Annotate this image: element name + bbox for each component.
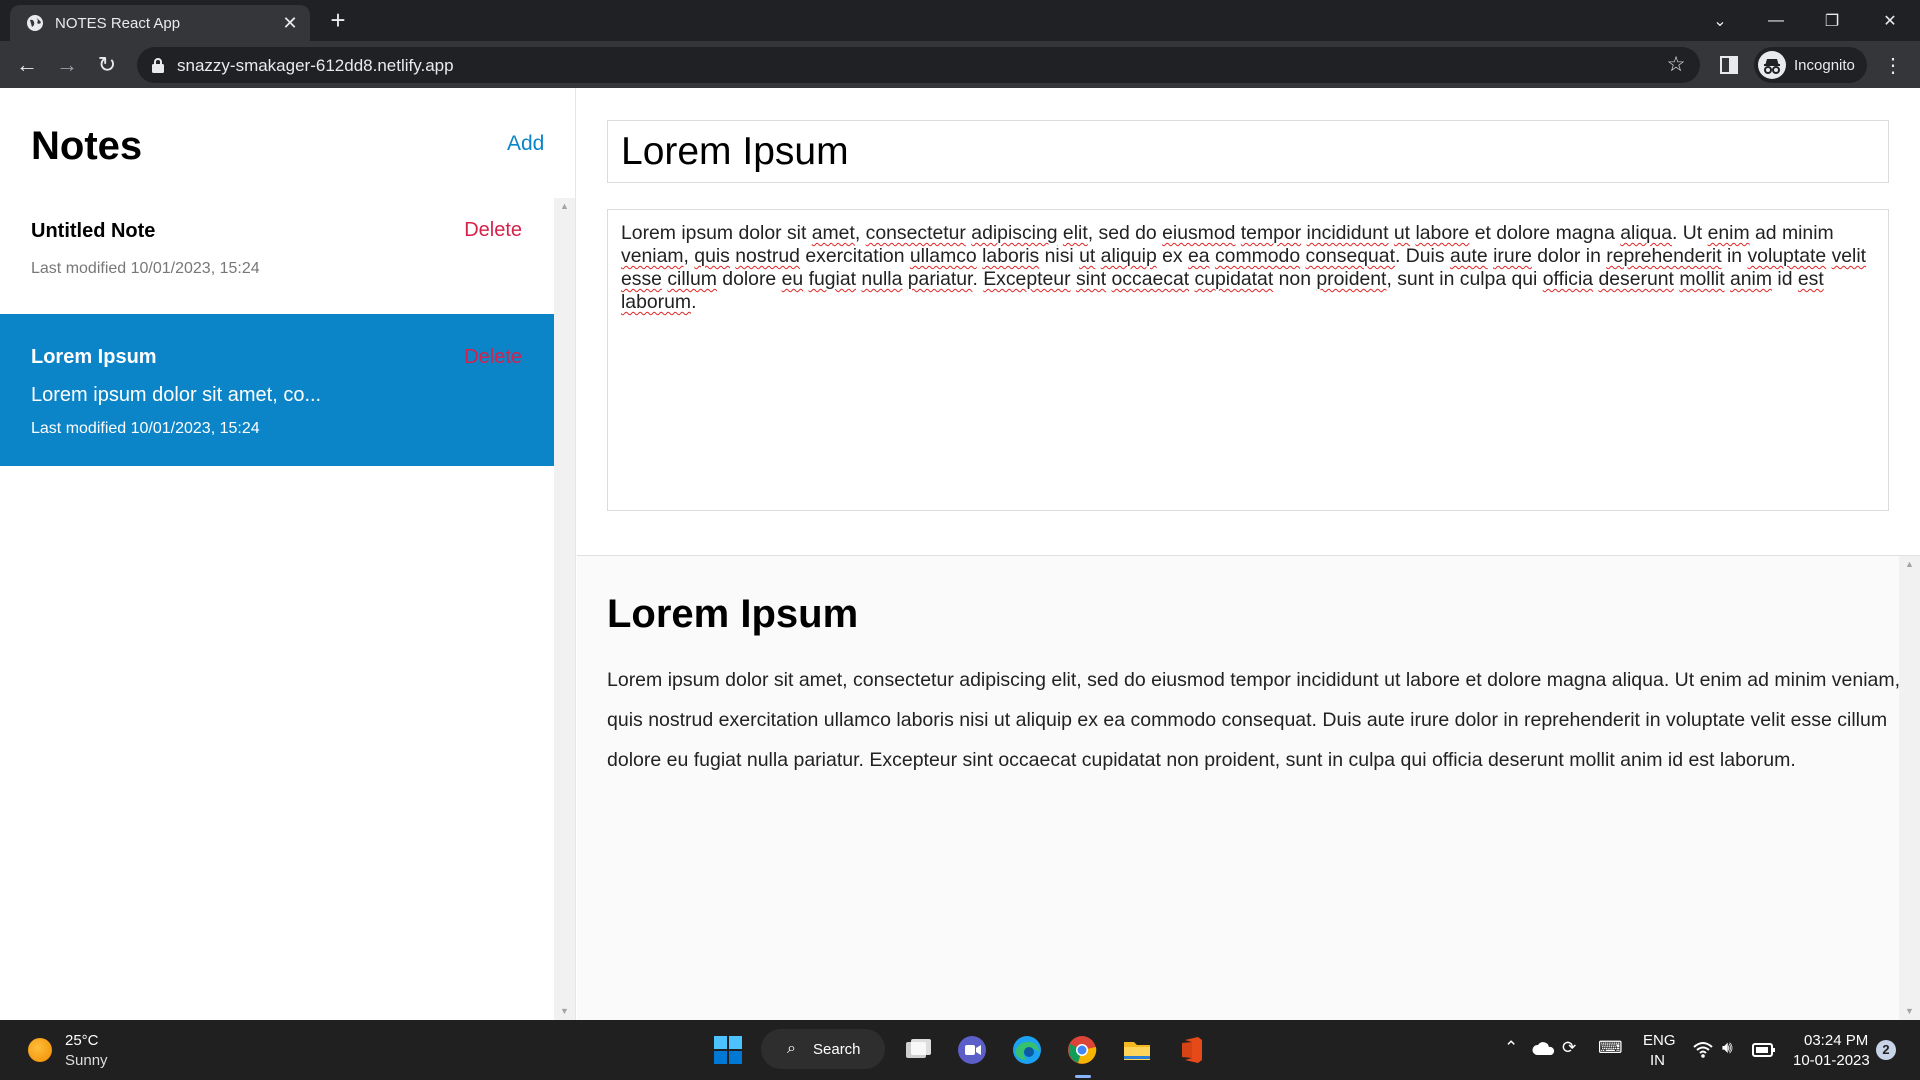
chevron-down-icon[interactable]: ⌄ [1692,0,1748,41]
teams-icon[interactable] [956,1034,988,1066]
note-modified: Last modified 10/01/2023, 15:24 [31,420,260,437]
more-icon[interactable]: ⋮ [1877,49,1909,81]
chevron-up-icon[interactable]: ⌃ [1504,1038,1518,1058]
markdown-preview: Lorem Ipsum Lorem ipsum dolor sit amet, … [577,556,1920,1020]
scroll-up-icon[interactable]: ▲ [554,198,575,215]
keyboard-icon[interactable]: ⌨ [1598,1038,1623,1058]
scroll-up-icon[interactable]: ▲ [1899,556,1920,573]
scroll-down-icon[interactable]: ▼ [554,1003,575,1020]
incognito-icon [1758,51,1786,79]
note-item[interactable]: Untitled Note Delete Last modified 10/01… [0,198,554,314]
edge-icon[interactable] [1011,1034,1043,1066]
note-body-textarea[interactable]: Lorem ipsum dolor sit amet, consectetur … [607,209,1889,511]
chrome-icon[interactable] [1066,1034,1098,1066]
clock-date[interactable]: 10-01-2023 [1793,1052,1870,1069]
notification-badge[interactable]: 2 [1876,1040,1896,1060]
incognito-profile[interactable]: Incognito [1754,47,1867,83]
battery-icon[interactable] [1752,1041,1776,1059]
sidebar: Notes Add Untitled Note Delete Last modi… [0,88,576,1020]
sync-icon[interactable]: ⟳ [1562,1038,1576,1058]
close-icon[interactable]: ✕ [280,13,300,33]
plus-icon[interactable]: + [324,6,352,34]
tab-title: NOTES React App [55,15,181,32]
taskbar-search[interactable]: ⌕ Search [761,1029,885,1069]
delete-note-button[interactable]: Delete [464,346,522,369]
note-title: Lorem Ipsum [31,346,157,368]
browser-toolbar: ← → ↻ snazzy-smakager-612dd8.netlify.app… [0,41,1920,88]
windows-start-icon[interactable] [712,1034,744,1066]
globe-icon [27,15,43,31]
browser-tab-bar: NOTES React App ✕ + ⌄ — ❐ ✕ [0,0,1920,41]
note-editor: Lorem ipsum dolor sit amet, consectetur … [577,88,1920,556]
forward-icon[interactable]: → [51,49,83,81]
add-note-button[interactable]: Add [507,132,544,156]
sidebar-title: Notes [31,124,143,168]
reload-icon[interactable]: ↻ [91,49,123,81]
back-icon[interactable]: ← [11,49,43,81]
scroll-down-icon[interactable]: ▼ [1899,1003,1920,1020]
star-icon[interactable]: ☆ [1662,51,1690,79]
url-text: snazzy-smakager-612dd8.netlify.app [177,56,454,75]
browser-tab[interactable]: NOTES React App ✕ [10,5,310,41]
weather-temperature[interactable]: 25°C [65,1032,99,1049]
address-bar[interactable]: snazzy-smakager-612dd8.netlify.app ☆ [137,47,1700,83]
office-icon[interactable] [1176,1034,1208,1066]
note-item-active[interactable]: Lorem Ipsum Delete Lorem ipsum dolor sit… [0,314,554,466]
preview-title: Lorem Ipsum [607,592,859,636]
file-explorer-icon[interactable] [1121,1034,1153,1066]
search-label: Search [813,1041,861,1058]
main-panel: Lorem ipsum dolor sit amet, consectetur … [577,88,1920,1020]
task-view-icon[interactable] [902,1034,934,1066]
region-label[interactable]: IN [1650,1052,1665,1069]
onedrive-icon[interactable] [1531,1036,1557,1062]
notes-app: Notes Add Untitled Note Delete Last modi… [0,88,1920,1020]
sidebar-scrollbar[interactable]: ▲ ▼ [554,198,575,1020]
delete-note-button[interactable]: Delete [464,219,522,242]
preview-body: Lorem ipsum dolor sit amet, consectetur … [607,669,1901,771]
note-title: Untitled Note [31,220,156,242]
search-icon: ⌕ [787,1040,796,1057]
note-modified: Last modified 10/01/2023, 15:24 [31,260,260,277]
sun-icon[interactable] [28,1038,52,1062]
clock-time[interactable]: 03:24 PM [1804,1032,1868,1049]
sidebar-header: Notes Add [0,88,576,198]
wifi-icon[interactable] [1692,1039,1714,1061]
windows-taskbar: 25°C Sunny ⌕ Search ⌃ ⟳ ⌨ ENG IN 🔊︎ 03:2… [0,1020,1920,1080]
preview-scrollbar[interactable]: ▲ ▼ [1899,556,1920,1020]
window-close-icon[interactable]: ✕ [1862,0,1918,41]
language-label[interactable]: ENG [1643,1032,1676,1049]
running-indicator [1075,1075,1091,1078]
incognito-label: Incognito [1794,57,1855,74]
minimize-icon[interactable]: — [1748,0,1804,41]
restore-icon[interactable]: ❐ [1804,0,1860,41]
note-list: Untitled Note Delete Last modified 10/01… [0,198,554,1020]
volume-icon[interactable]: 🔊︎ [1722,1038,1733,1058]
note-title-input[interactable] [607,120,1889,183]
note-preview: Lorem ipsum dolor sit amet, co... [31,384,322,406]
weather-description[interactable]: Sunny [65,1052,108,1069]
lock-icon [152,58,164,73]
side-panel-icon[interactable] [1713,49,1745,81]
